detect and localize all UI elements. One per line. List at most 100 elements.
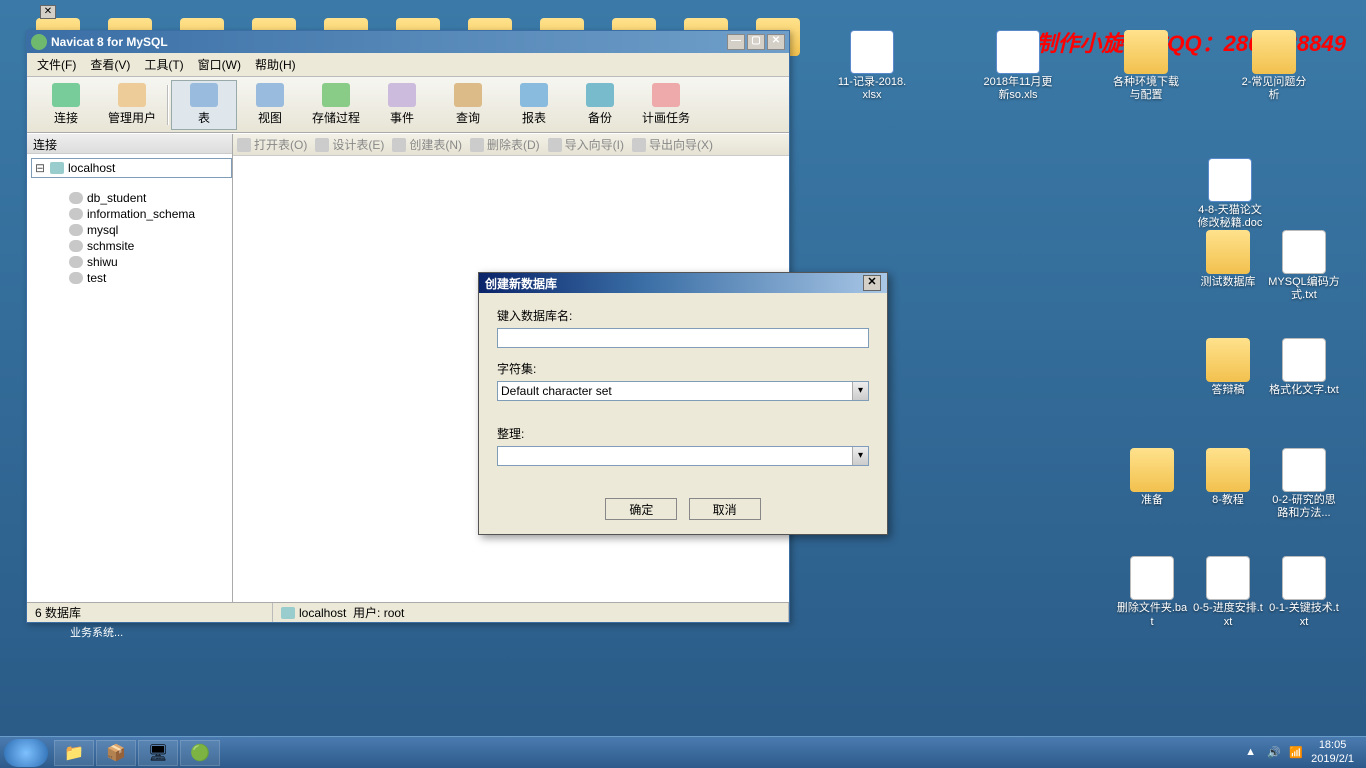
charset-select[interactable] bbox=[497, 381, 869, 401]
table-action[interactable]: 导出向导(X) bbox=[632, 136, 713, 153]
desktop-icon[interactable]: 0-5-进度安排.txt bbox=[1192, 556, 1264, 628]
folder-icon bbox=[1252, 30, 1296, 74]
desktop-icon[interactable]: 4-8-天猫论文修改秘籍.doc bbox=[1194, 158, 1266, 230]
table-action[interactable]: 删除表(D) bbox=[470, 136, 540, 153]
tree-database[interactable]: shiwu bbox=[51, 254, 232, 270]
titlebar[interactable]: Navicat 8 for MySQL — ▢ ✕ bbox=[27, 31, 789, 53]
dropdown-arrow-icon[interactable]: ▾ bbox=[852, 447, 868, 465]
desktop-icon[interactable]: 0-2-研究的思路和方法... bbox=[1268, 448, 1340, 520]
dialog-close-button[interactable]: ✕ bbox=[863, 275, 881, 291]
sidebar: 连接 ⊟ localhost db_studentinformation_sch… bbox=[27, 134, 233, 602]
maximize-button[interactable]: ▢ bbox=[747, 34, 765, 50]
collapse-icon[interactable]: ⊟ bbox=[34, 161, 46, 175]
desktop-icon[interactable]: 11-记录-2018.xlsx bbox=[836, 30, 908, 102]
tool-event[interactable]: 事件 bbox=[369, 80, 435, 130]
cancel-button[interactable]: 取消 bbox=[689, 498, 761, 520]
action-icon bbox=[392, 138, 406, 152]
taskbar-explorer[interactable]: 📁 bbox=[54, 740, 94, 766]
table-action[interactable]: 打开表(O) bbox=[237, 136, 307, 153]
desktop-icon[interactable]: MYSQL编码方式.txt bbox=[1268, 230, 1340, 302]
taskbar-app[interactable]: 🖥 bbox=[138, 740, 178, 766]
collation-select[interactable] bbox=[497, 446, 869, 466]
menu-help[interactable]: 帮助(H) bbox=[249, 54, 302, 75]
folder-icon bbox=[1130, 448, 1174, 492]
window-title: Navicat 8 for MySQL bbox=[51, 35, 168, 49]
table-action[interactable]: 导入向导(I) bbox=[548, 136, 624, 153]
dropdown-arrow-icon[interactable]: ▾ bbox=[852, 382, 868, 400]
close-button[interactable]: ✕ bbox=[767, 34, 785, 50]
close-icon[interactable]: ✕ bbox=[40, 5, 56, 19]
taskbar-app[interactable]: 📦 bbox=[96, 740, 136, 766]
event-icon bbox=[388, 83, 416, 107]
db-name-input[interactable] bbox=[497, 328, 869, 348]
action-icon bbox=[315, 138, 329, 152]
clock[interactable]: 18:05 2019/2/1 bbox=[1311, 739, 1354, 765]
tree-database[interactable]: information_schema bbox=[51, 206, 232, 222]
tray-icon[interactable]: 🔊 bbox=[1267, 746, 1281, 760]
table-toolbar: 打开表(O) 设计表(E) 创建表(N) 删除表(D) 导入向导(I) 导出向导(X) bbox=[233, 134, 789, 156]
word-icon bbox=[1208, 158, 1252, 202]
dialog-title: 创建新数据库 bbox=[485, 275, 557, 292]
desktop-icon[interactable]: 删除文件夹.bat bbox=[1116, 556, 1188, 628]
txt-icon bbox=[1282, 338, 1326, 382]
table-action[interactable]: 设计表(E) bbox=[315, 136, 384, 153]
tool-query[interactable]: 查询 bbox=[435, 80, 501, 130]
database-icon bbox=[69, 208, 83, 220]
action-icon bbox=[470, 138, 484, 152]
separator bbox=[167, 85, 169, 125]
tool-view[interactable]: 视图 bbox=[237, 80, 303, 130]
menu-view[interactable]: 查看(V) bbox=[84, 54, 136, 75]
tree-connection[interactable]: ⊟ localhost bbox=[31, 158, 232, 178]
statusbar: 6 数据库 localhost 用户: root bbox=[27, 602, 789, 622]
tool-proc[interactable]: 存储过程 bbox=[303, 80, 369, 130]
table-action[interactable]: 创建表(N) bbox=[392, 136, 462, 153]
sidebar-header: 连接 bbox=[27, 134, 232, 154]
label-collation: 整理: bbox=[497, 425, 869, 442]
desktop-icon[interactable]: 2018年11月更新so.xls bbox=[982, 30, 1054, 102]
folder-icon bbox=[1124, 30, 1168, 74]
tree-database[interactable]: schmsite bbox=[51, 238, 232, 254]
desktop-icon[interactable]: 准备 bbox=[1116, 448, 1188, 520]
connection-tree: ⊟ localhost db_studentinformation_schema… bbox=[27, 154, 232, 602]
ok-button[interactable]: 确定 bbox=[605, 498, 677, 520]
minimize-button[interactable]: — bbox=[727, 34, 745, 50]
tool-table[interactable]: 表 bbox=[171, 80, 237, 130]
desktop-icon[interactable]: 8-教程 bbox=[1192, 448, 1264, 520]
system-tray: ▲ 🔊 📶 18:05 2019/2/1 bbox=[1245, 739, 1362, 765]
taskbar-navicat[interactable]: 🟢 bbox=[180, 740, 220, 766]
menubar: 文件(F) 查看(V) 工具(T) 窗口(W) 帮助(H) bbox=[27, 53, 789, 77]
tree-database[interactable]: mysql bbox=[51, 222, 232, 238]
report-icon bbox=[520, 83, 548, 107]
excel-icon bbox=[850, 30, 894, 74]
action-icon bbox=[548, 138, 562, 152]
desktop-icon[interactable]: 0-1-关键技术.txt bbox=[1268, 556, 1340, 628]
folder-icon bbox=[1206, 230, 1250, 274]
menu-tools[interactable]: 工具(T) bbox=[138, 54, 189, 75]
database-icon bbox=[69, 256, 83, 268]
desktop-icon[interactable]: 测试数据库 bbox=[1192, 230, 1264, 302]
database-icon bbox=[69, 192, 83, 204]
desktop-icon[interactable]: 答辩稿 bbox=[1192, 338, 1264, 397]
taskbar: 📁 📦 🖥 🟢 ▲ 🔊 📶 18:05 2019/2/1 bbox=[0, 736, 1366, 768]
menu-file[interactable]: 文件(F) bbox=[31, 54, 82, 75]
menu-window[interactable]: 窗口(W) bbox=[192, 54, 247, 75]
tree-database[interactable]: db_student bbox=[51, 190, 232, 206]
tray-icon[interactable]: ▲ bbox=[1245, 746, 1259, 760]
tray-icon[interactable]: 📶 bbox=[1289, 746, 1303, 760]
proc-icon bbox=[322, 83, 350, 107]
tool-connect[interactable]: 连接 bbox=[33, 80, 99, 130]
tree-database[interactable]: test bbox=[51, 270, 232, 286]
start-button[interactable] bbox=[4, 739, 48, 767]
tool-report[interactable]: 报表 bbox=[501, 80, 567, 130]
user-icon bbox=[118, 83, 146, 107]
dialog-titlebar[interactable]: 创建新数据库 ✕ bbox=[479, 273, 887, 293]
desktop-icon[interactable]: 各种环境下载与配置 bbox=[1110, 30, 1182, 102]
desktop-icon[interactable]: 2-常见问题分析 bbox=[1238, 30, 1310, 102]
tool-backup[interactable]: 备份 bbox=[567, 80, 633, 130]
excel-icon bbox=[996, 30, 1040, 74]
schedule-icon bbox=[652, 83, 680, 107]
tool-schedule[interactable]: 计画任务 bbox=[633, 80, 699, 130]
tool-users[interactable]: 管理用户 bbox=[99, 80, 165, 130]
status-connection: localhost 用户: root bbox=[273, 603, 789, 622]
desktop-icon[interactable]: 格式化文字.txt bbox=[1268, 338, 1340, 397]
